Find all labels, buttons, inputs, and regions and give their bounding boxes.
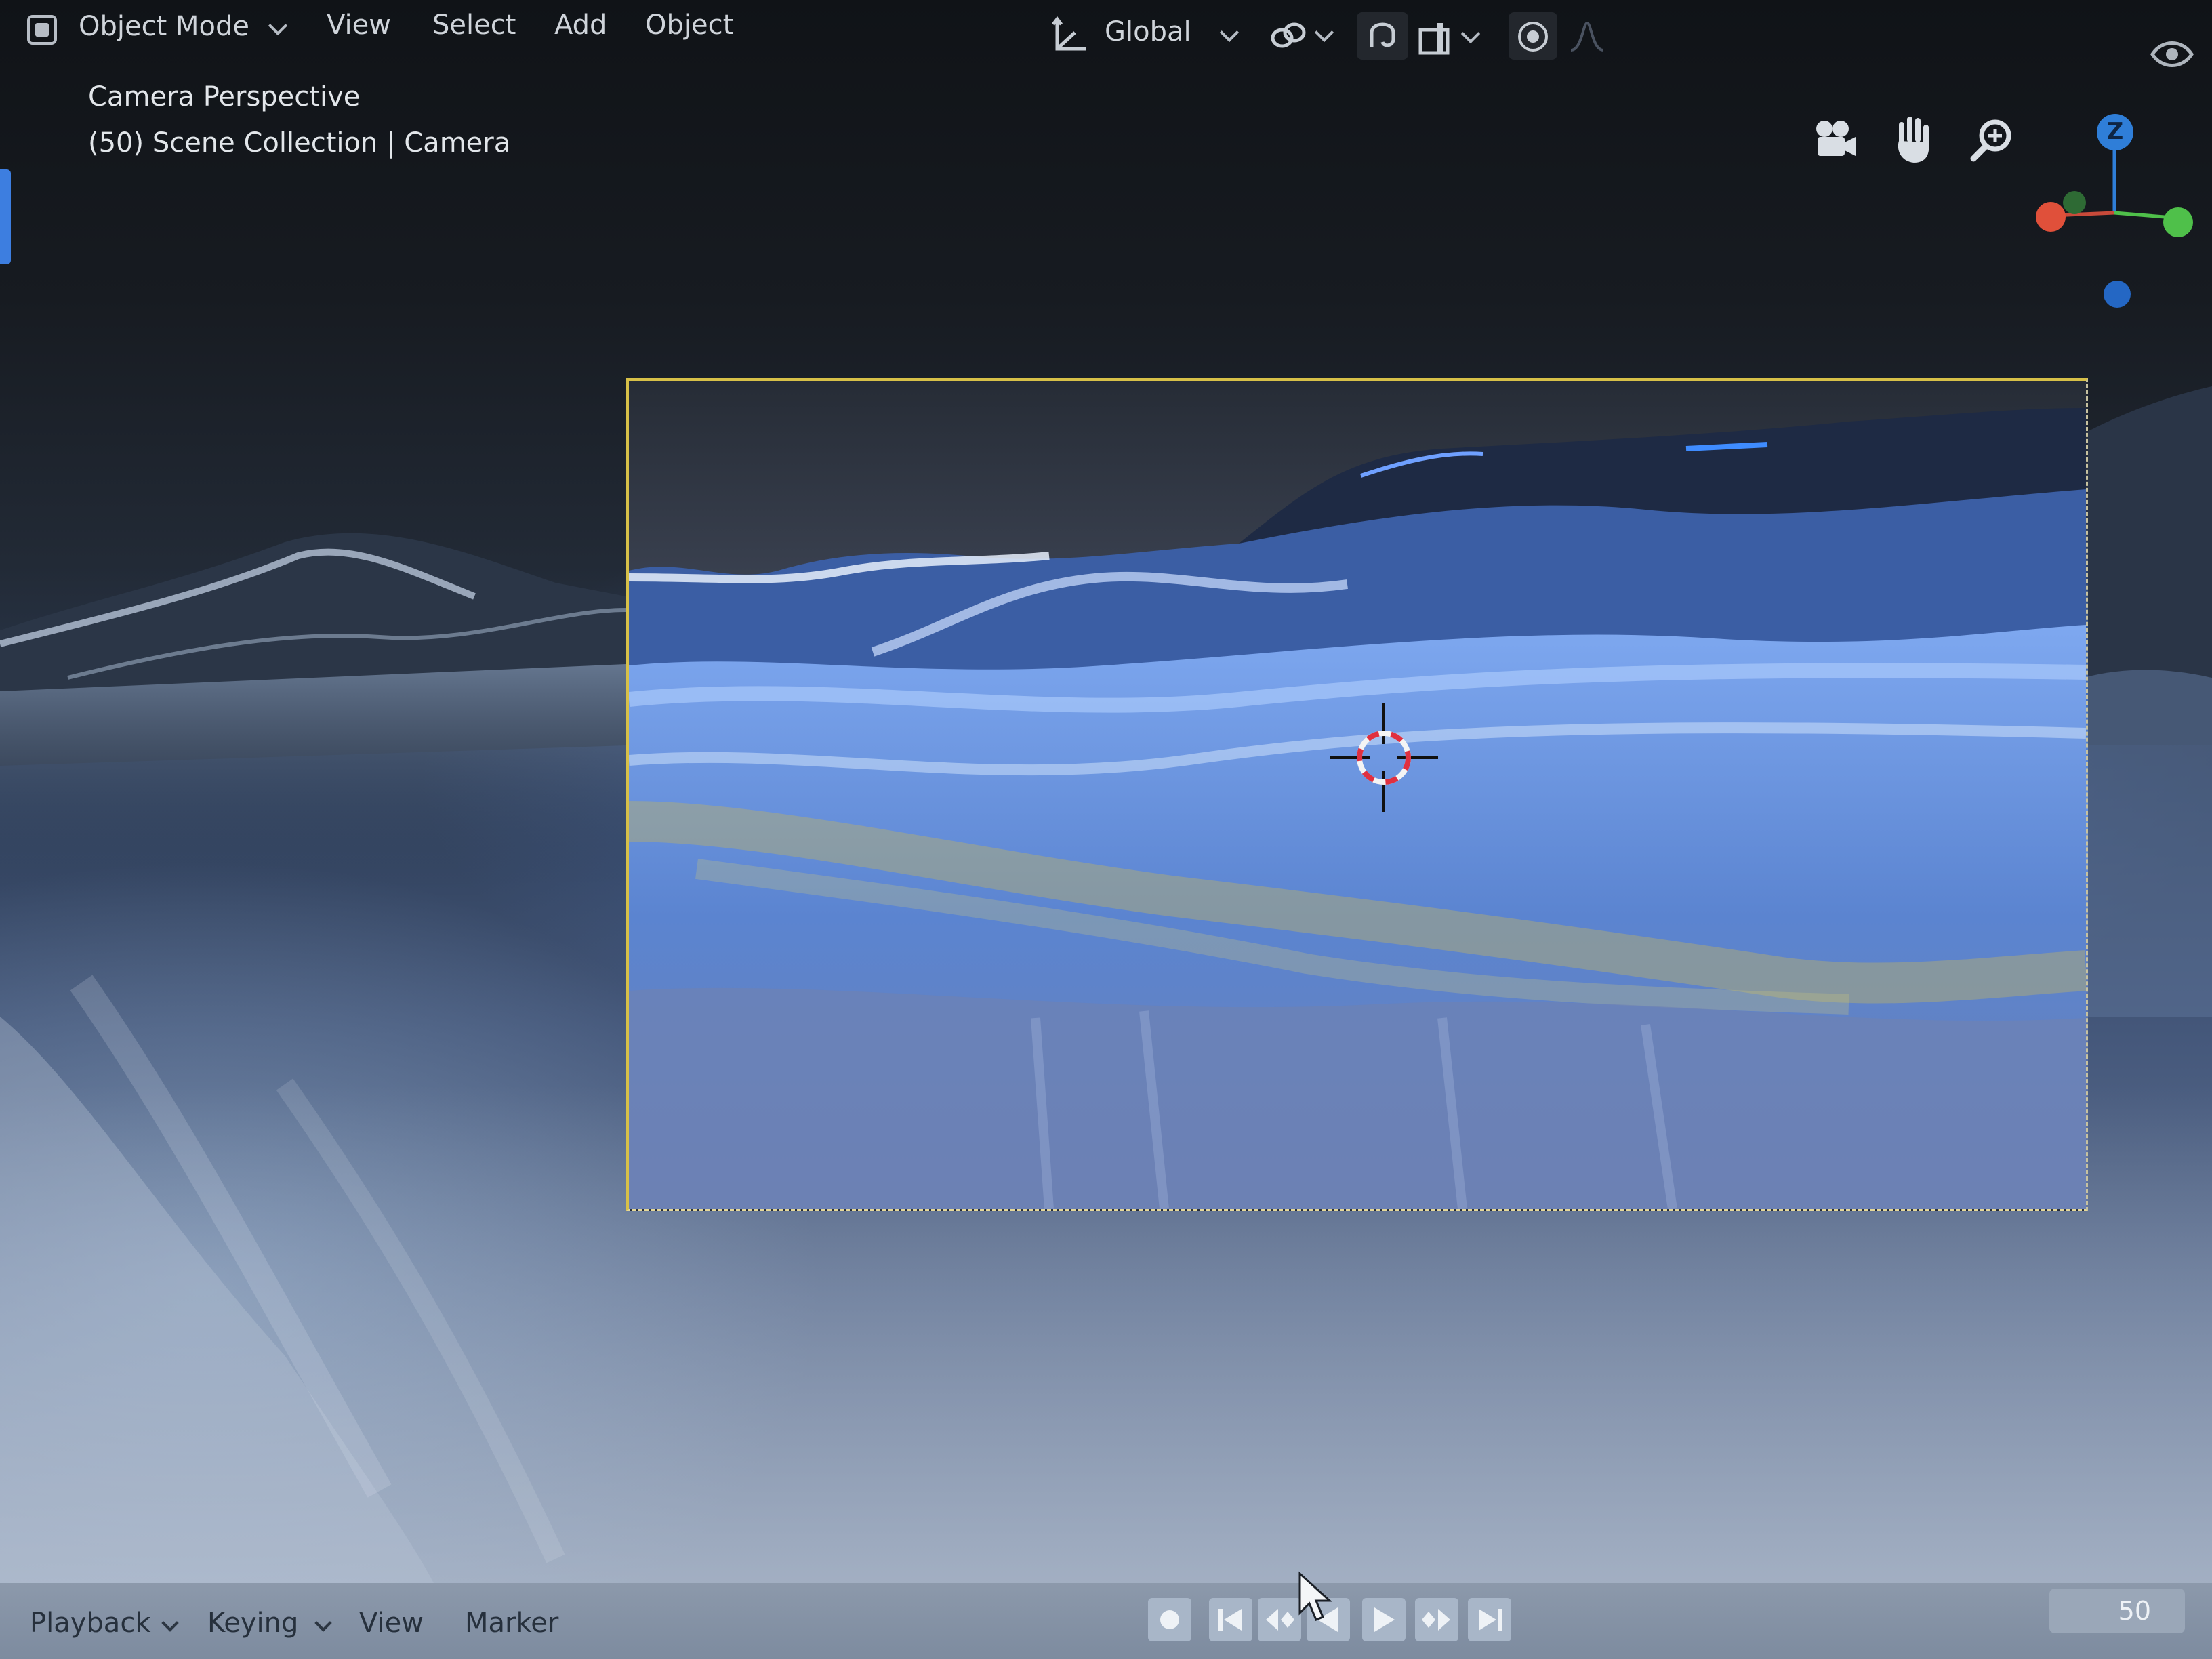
- zoom-icon[interactable]: [1967, 115, 2017, 165]
- prev-keyframe-icon: [1266, 1609, 1294, 1631]
- transform-orientation-icon[interactable]: [1048, 15, 1088, 56]
- current-frame-field[interactable]: 50: [2049, 1589, 2185, 1633]
- jump-start-button[interactable]: [1209, 1598, 1252, 1641]
- gizmo-z-axis[interactable]: Z: [2097, 114, 2133, 150]
- menu-marker[interactable]: Marker: [465, 1607, 558, 1639]
- record-icon: [1160, 1610, 1179, 1629]
- menu-view[interactable]: View: [327, 9, 391, 41]
- menu-keying[interactable]: Keying: [207, 1607, 298, 1639]
- chevron-down-icon[interactable]: [161, 1614, 179, 1632]
- eye-icon[interactable]: [2148, 34, 2196, 75]
- next-keyframe-icon: [1422, 1609, 1450, 1631]
- menu-view[interactable]: View: [359, 1607, 424, 1639]
- gizmo-y-axis[interactable]: [2163, 207, 2193, 237]
- chevron-down-icon[interactable]: [1219, 22, 1240, 43]
- viewport-info: Camera Perspective (50) Scene Collection…: [88, 81, 510, 173]
- chevron-down-icon[interactable]: [1314, 22, 1334, 43]
- chevron-down-icon[interactable]: [314, 1614, 332, 1632]
- menu-add[interactable]: Add: [554, 9, 607, 41]
- timeline-header: Playback Keying View Marker: [0, 1583, 2212, 1659]
- perspective-label: Camera Perspective: [88, 81, 361, 112]
- prev-keyframe-button[interactable]: [1258, 1598, 1301, 1641]
- toolbar-active-indicator[interactable]: [0, 169, 11, 264]
- navigation-gizmo[interactable]: Z: [2020, 102, 2196, 325]
- menu-playback[interactable]: Playback: [30, 1607, 150, 1639]
- camera-view-icon[interactable]: [1809, 114, 1860, 164]
- object-mode-icon[interactable]: [27, 15, 57, 45]
- snap-increment-icon[interactable]: [1416, 18, 1457, 58]
- record-button[interactable]: [1148, 1598, 1191, 1641]
- gizmo-x-axis[interactable]: [2036, 202, 2066, 232]
- mode-dropdown[interactable]: Object Mode: [79, 11, 249, 42]
- falloff-icon[interactable]: [1568, 19, 1606, 53]
- link-icon[interactable]: [1269, 19, 1309, 53]
- menu-select[interactable]: Select: [432, 9, 516, 41]
- jump-end-button[interactable]: [1468, 1598, 1511, 1641]
- menu-object[interactable]: Object: [645, 9, 733, 41]
- chevron-down-icon[interactable]: [1460, 24, 1481, 44]
- next-keyframe-button[interactable]: [1415, 1598, 1458, 1641]
- jump-start-icon: [1218, 1609, 1242, 1631]
- chevron-down-icon[interactable]: [268, 16, 288, 36]
- hand-pan-icon[interactable]: [1889, 114, 1940, 168]
- play-button[interactable]: [1362, 1598, 1406, 1641]
- orientation-dropdown[interactable]: Global: [1105, 16, 1191, 47]
- 3d-cursor-icon[interactable]: [1330, 703, 1438, 812]
- gizmo-neg-y-axis[interactable]: [2063, 191, 2086, 214]
- viewport-header: Object Mode View Select Add Object Globa…: [0, 0, 2212, 68]
- proportional-editing-button[interactable]: [1509, 12, 1557, 60]
- magnet-icon: [1370, 22, 1395, 47]
- proportional-editing-icon: [1518, 22, 1548, 52]
- gizmo-neg-z-axis[interactable]: [2104, 281, 2131, 308]
- play-icon: [1374, 1607, 1395, 1632]
- gizmo-z-label: Z: [2106, 118, 2124, 145]
- collection-label: (50) Scene Collection | Camera: [88, 127, 511, 159]
- magnet-button[interactable]: [1357, 12, 1408, 60]
- mouse-pointer-icon: [1298, 1571, 1332, 1621]
- jump-end-icon: [1479, 1609, 1502, 1631]
